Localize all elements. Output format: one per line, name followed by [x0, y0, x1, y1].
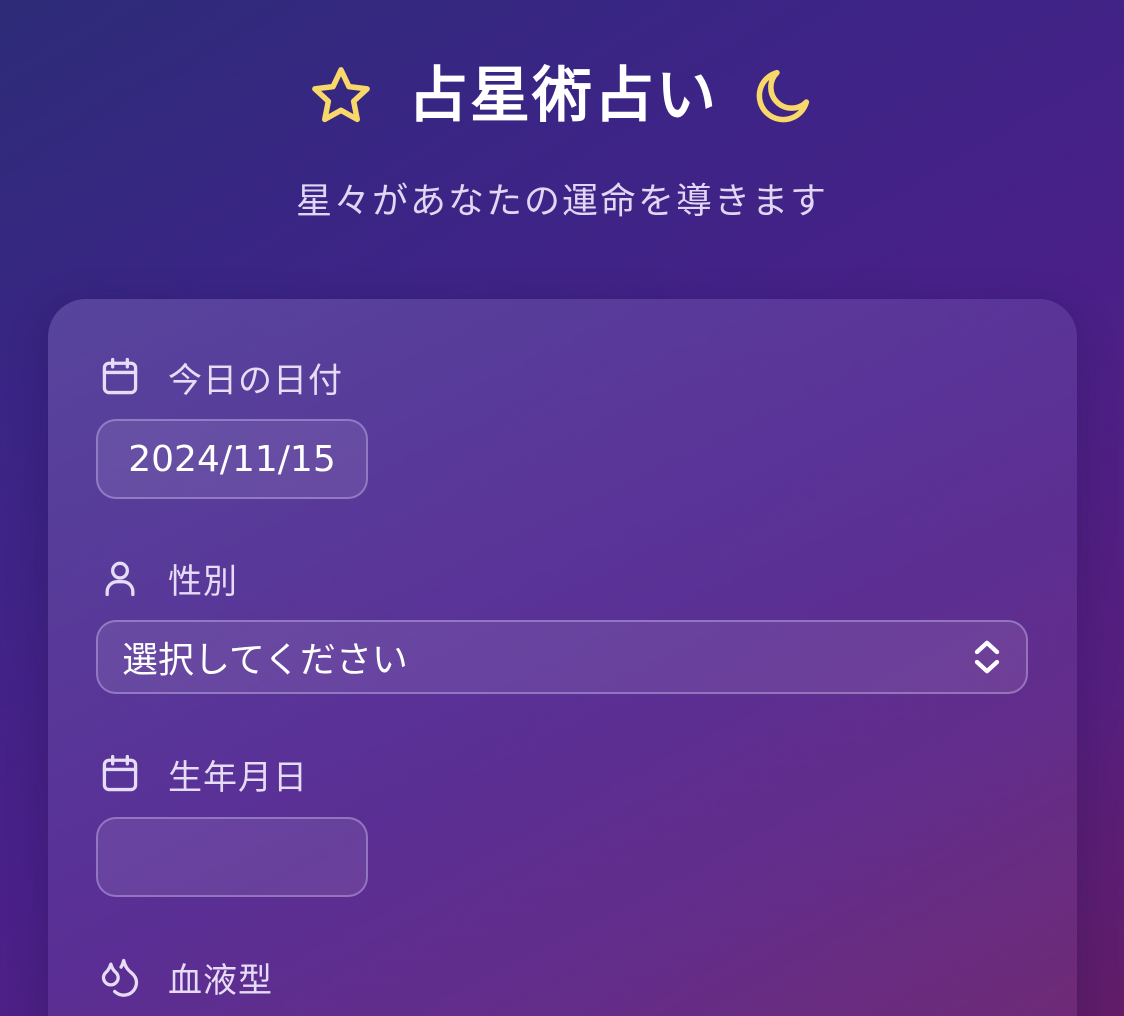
- form-card: 今日の日付 2024/11/15 性別 選択してください 生年月日 血液型: [48, 299, 1077, 1016]
- today-date-value: 2024/11/15: [128, 438, 336, 480]
- chevron-up-down-icon: [970, 637, 1004, 677]
- gender-label-text: 性別: [168, 561, 238, 602]
- today-date-label: 今日の日付: [98, 353, 343, 401]
- today-date-input[interactable]: 2024/11/15: [96, 419, 368, 499]
- gender-select[interactable]: 選択してください: [96, 620, 1028, 694]
- gender-selected-value: 選択してください: [122, 640, 408, 681]
- blood-type-label-text: 血液型: [168, 960, 273, 1001]
- droplets-icon: [98, 955, 142, 999]
- birth-date-label: 生年月日: [98, 750, 308, 798]
- today-date-label-text: 今日の日付: [168, 360, 343, 401]
- page-subtitle: 星々があなたの運命を導きます: [295, 181, 828, 222]
- moon-icon: [750, 63, 816, 129]
- blood-type-label: 血液型: [98, 953, 273, 1001]
- user-icon: [98, 556, 142, 600]
- page-title: 占星術占い: [408, 61, 718, 131]
- birth-date-input[interactable]: [96, 817, 368, 897]
- page-header: 占星術占い 星々があなたの運命を導きます: [0, 52, 1124, 224]
- title-row: 占星術占い: [0, 52, 1124, 140]
- gender-label: 性別: [98, 554, 238, 602]
- calendar-icon: [98, 355, 142, 399]
- calendar-icon: [98, 752, 142, 796]
- birth-date-label-text: 生年月日: [168, 757, 308, 798]
- star-icon: [308, 63, 374, 129]
